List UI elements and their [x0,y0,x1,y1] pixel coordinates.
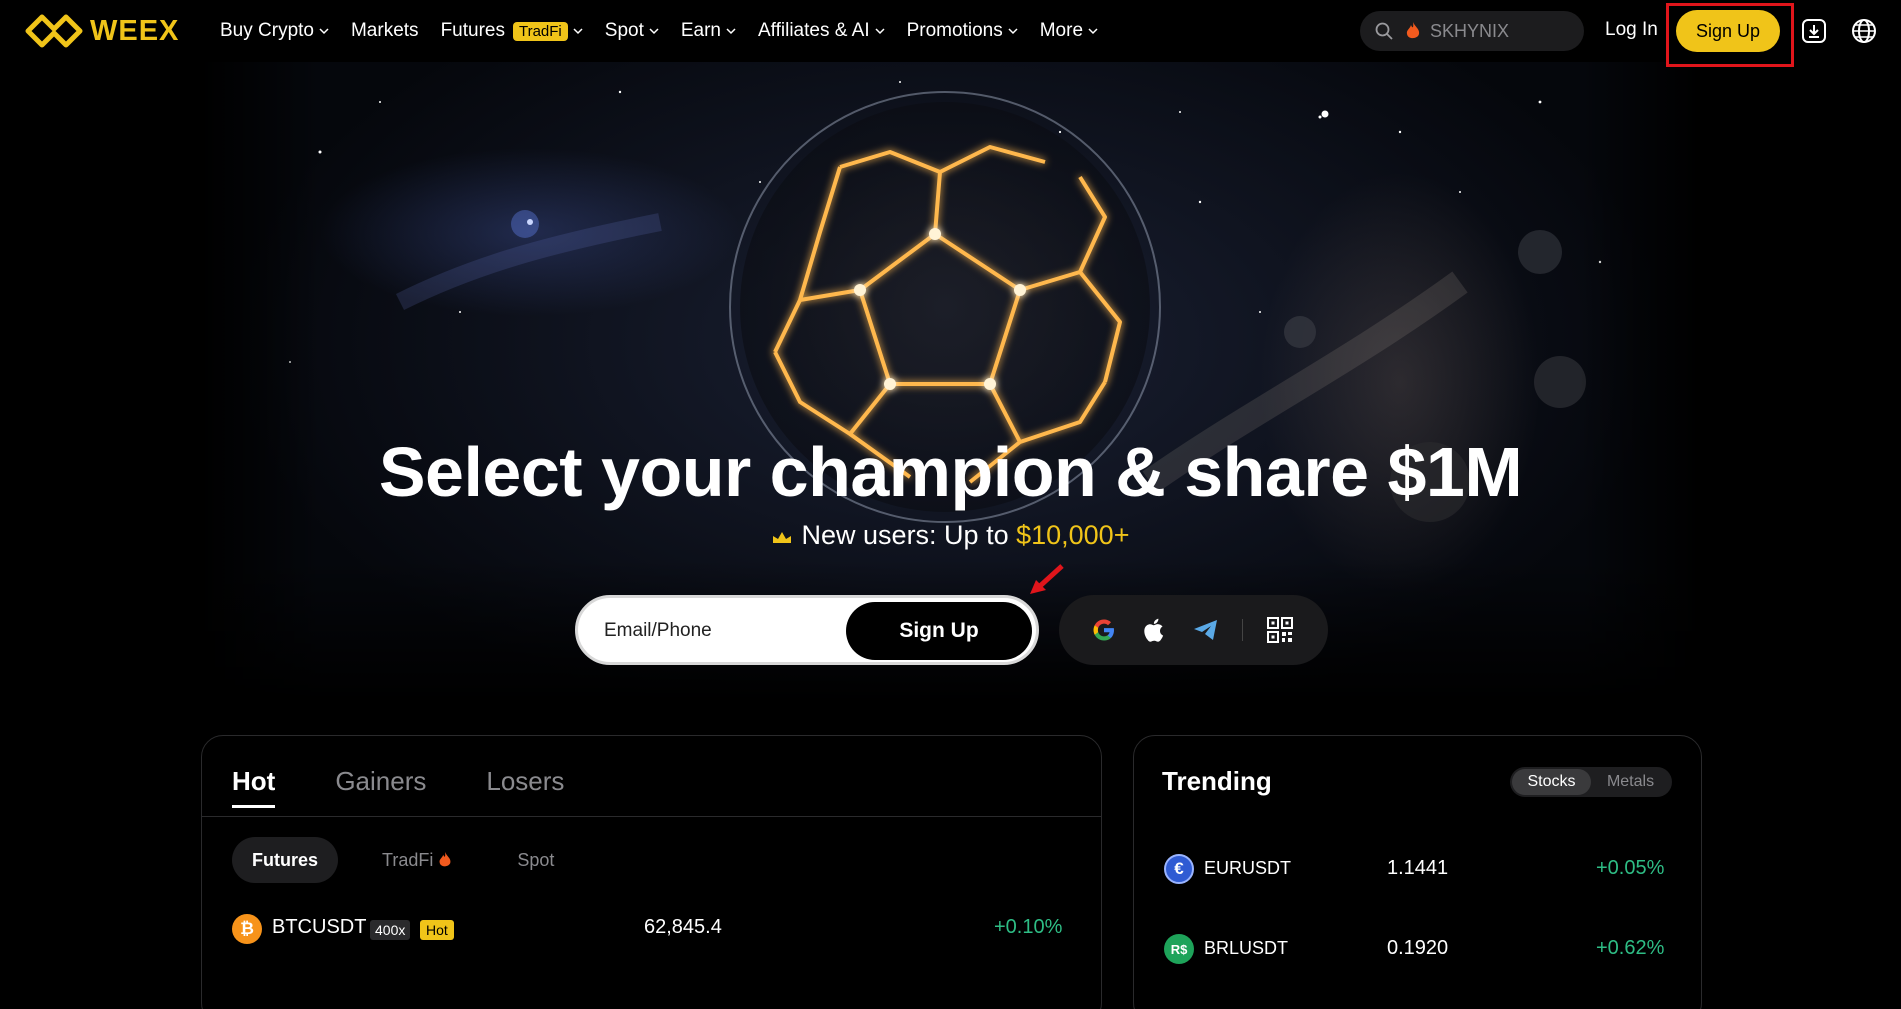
search-bar[interactable]: SKHYNIX [1360,11,1584,51]
last-price: 62,845.4 [644,916,722,938]
crown-icon [772,531,791,543]
trending-segment-toggle: Stocks Metals [1510,767,1672,797]
euro-glyph: € [1174,859,1184,878]
chevron-down-icon [319,28,329,35]
nav-more[interactable]: More [1040,20,1098,42]
brand-name: WEEX [90,14,180,47]
google-icon[interactable] [1089,615,1119,645]
chevron-down-icon [1008,28,1018,35]
qr-code-icon[interactable] [1265,615,1295,645]
brazilian-real-icon: R$ [1164,934,1194,964]
real-glyph: R$ [1170,941,1188,957]
subline-prefix: New users: Up to [801,520,1017,550]
apple-icon[interactable] [1140,615,1170,645]
red-arrow-annotation [1030,564,1064,594]
signup-button-hero[interactable]: Sign Up [846,602,1032,660]
nav-label: Affiliates & AI [758,20,870,41]
price-change: +0.10% [994,916,1063,938]
chip-futures[interactable]: Futures [232,837,339,883]
chevron-down-icon [1088,28,1098,35]
trending-title: Trending [1162,766,1272,796]
chevron-down-icon [875,28,885,35]
login-link[interactable]: Log In [1605,19,1658,41]
social-login-bar [1059,595,1328,665]
nav-label: Futures [440,20,505,41]
price-change: +0.62% [1596,937,1665,959]
market-panel: Hot Gainers Losers Futures TradFi Spot ₿… [201,735,1102,1009]
chevron-down-icon [573,28,583,35]
email-phone-input[interactable] [604,616,844,646]
signup-button-nav[interactable]: Sign Up [1676,10,1780,52]
price-change: +0.05% [1596,857,1665,879]
weex-logo[interactable]: WEEX [24,13,179,49]
top-navbar: WEEX Buy Crypto Markets Futures TradFi S… [0,0,1901,67]
nav-label: More [1039,20,1084,41]
market-tabs: Hot Gainers Losers [232,766,564,808]
nav-label: Promotions [906,20,1003,41]
pair-name: BRLUSDT [1204,938,1289,958]
pair-name: EURUSDT [1204,858,1292,878]
main-menu: Buy Crypto Markets Futures TradFi Spot E… [220,0,1120,62]
trending-row[interactable]: R$ BRLUSDT 0.1920 +0.62% [1134,926,1701,976]
nav-promotions[interactable]: Promotions [907,20,1018,42]
tab-losers[interactable]: Losers [486,766,564,808]
download-app-icon[interactable] [1800,17,1828,45]
nav-affiliates-ai[interactable]: Affiliates & AI [758,20,885,42]
tradfi-badge: TradFi [512,21,568,41]
fire-icon [439,852,451,867]
hero-headline: Select your champion & share $1M [378,433,1523,511]
chevron-down-icon [649,28,659,35]
email-signup-form: Sign Up [575,595,1039,665]
trending-panel: Trending Stocks Metals € EURUSDT 1.1441 … [1133,735,1702,1009]
subline-amount: $10,000+ [1016,520,1130,550]
segment-metals[interactable]: Metals [1591,769,1670,795]
leverage-badge: 400x [370,920,411,940]
search-placeholder: SKHYNIX [1430,20,1510,41]
nav-label: Earn [680,20,721,41]
table-row[interactable]: ₿ BTCUSDT 400x Hot 62,845.4 +0.10% [202,906,1101,956]
globe-language-icon[interactable] [1850,17,1878,45]
nav-earn[interactable]: Earn [681,20,736,42]
chip-label: TradFi [382,849,434,870]
nav-label: Markets [350,20,419,41]
market-type-chips: Futures TradFi Spot [232,837,574,883]
social-divider [1242,619,1243,641]
chevron-down-icon [726,28,736,35]
fire-icon [1406,22,1420,39]
tab-hot[interactable]: Hot [232,766,276,808]
chip-spot[interactable]: Spot [497,837,574,883]
search-icon [1375,22,1393,40]
nav-spot[interactable]: Spot [605,20,659,42]
tab-gainers[interactable]: Gainers [335,766,426,808]
nav-markets[interactable]: Markets [351,20,419,42]
trending-row[interactable]: € EURUSDT 1.1441 +0.05% [1134,846,1701,896]
euro-icon: € [1164,854,1194,884]
bitcoin-icon: ₿ [232,914,262,944]
telegram-icon[interactable] [1191,615,1221,645]
hot-badge: Hot [420,920,454,940]
pair-name: BTCUSDT [272,916,367,938]
hero-subline: New users: Up to $10,000+ [0,520,1901,551]
weex-logo-icon [25,14,83,48]
tabs-divider [202,816,1101,817]
nav-label: Buy Crypto [220,20,314,41]
nav-buy-crypto[interactable]: Buy Crypto [220,20,329,42]
last-price: 0.1920 [1387,937,1449,959]
nav-futures[interactable]: Futures TradFi [441,20,583,42]
last-price: 1.1441 [1387,857,1449,879]
segment-stocks[interactable]: Stocks [1512,769,1591,795]
chip-tradfi[interactable]: TradFi [362,837,473,883]
nav-label: Spot [604,20,644,41]
